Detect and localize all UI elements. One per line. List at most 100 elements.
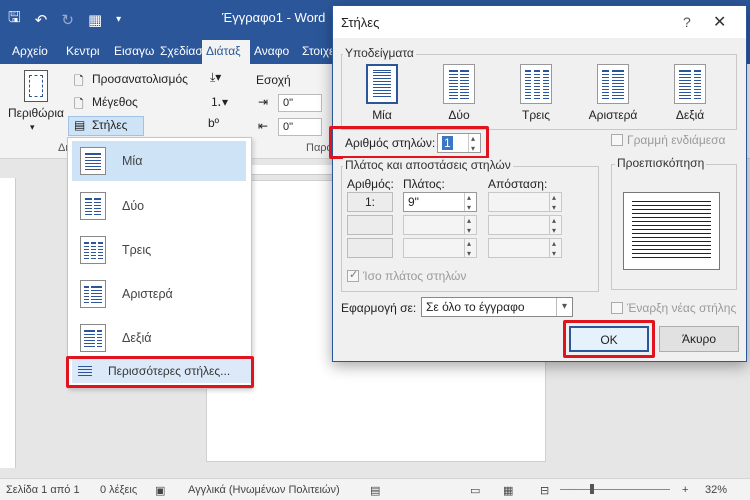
tab-layout[interactable]: Διάταξ: [202, 40, 250, 64]
width-input[interactable]: [403, 212, 477, 240]
dialog-title: Στήλες: [341, 15, 380, 30]
line-between-checkbox[interactable]: [611, 134, 623, 146]
document-title: Έγγραφο1 - Word: [222, 10, 326, 25]
read-mode-icon[interactable]: ▭: [470, 484, 480, 497]
width-spacing-label: Πλάτος και αποστάσεις στηλών: [343, 158, 513, 172]
preset-label: Τρεις: [522, 108, 550, 122]
highlight-more-columns: [66, 356, 254, 388]
indent-left-input[interactable]: 0": [278, 94, 322, 112]
spacing-header: Απόσταση:: [488, 177, 548, 191]
one-column-icon: [80, 147, 106, 175]
highlight-ok-button: [563, 320, 655, 358]
columns-menu-item-left[interactable]: Αριστερά: [72, 274, 246, 314]
language-indicator[interactable]: Αγγλικά (Ηνωμένων Πολιτειών): [188, 484, 340, 496]
tab-insert[interactable]: Εισαγω: [110, 40, 156, 64]
tab-home[interactable]: Κεντρι: [62, 40, 110, 64]
customize-qat-icon[interactable]: ▾: [116, 14, 121, 25]
new-column-label: Έναρξη νέας στήλης: [627, 301, 737, 315]
close-icon[interactable]: ✕: [713, 12, 726, 32]
breaks-icon[interactable]: ⤓▾: [210, 70, 221, 85]
preset-left[interactable]: Αριστερά: [578, 64, 648, 122]
columns-button[interactable]: Στήλες: [92, 118, 127, 132]
columns-menu-item-one[interactable]: Μία: [72, 141, 246, 181]
two-columns-icon: [80, 192, 106, 220]
columns-icon: ▤: [74, 118, 86, 132]
help-icon[interactable]: ?: [683, 14, 691, 30]
indent-left-icon: ⇥: [258, 95, 269, 109]
spacing-input[interactable]: [488, 235, 562, 263]
tab-file[interactable]: Αρχείο: [8, 40, 62, 64]
tab-mailings[interactable]: Στοιχε: [298, 40, 334, 64]
vertical-ruler: [0, 178, 16, 468]
page-count[interactable]: Σελίδα 1 από 1: [6, 484, 80, 496]
preset-right[interactable]: Δεξιά: [655, 64, 725, 122]
columns-menu-item-label: Τρεις: [122, 243, 152, 257]
line-numbers-icon[interactable]: ⒈▾: [210, 93, 228, 110]
preset-one[interactable]: Μία: [347, 64, 417, 122]
zoom-slider[interactable]: [560, 489, 670, 490]
left-column-icon: [80, 280, 106, 308]
undo-icon[interactable]: ↶: [35, 11, 48, 29]
spacing-input[interactable]: [488, 189, 562, 217]
orientation-button[interactable]: Προσανατολισμός: [92, 72, 188, 86]
indent-label: Εσοχή: [256, 73, 291, 87]
size-button[interactable]: Μέγεθος: [92, 95, 138, 109]
preset-two[interactable]: Δύο: [424, 64, 494, 122]
columns-menu-item-label: Αριστερά: [122, 287, 173, 301]
preview-page: [623, 192, 720, 270]
hyphenation-button[interactable]: bº: [208, 116, 219, 130]
zoom-in-icon[interactable]: +: [682, 484, 688, 496]
col-number-header: Αριθμός:: [347, 177, 394, 191]
new-column-checkbox[interactable]: [611, 302, 623, 314]
apply-to-label: Εφαρμογή σε:: [341, 301, 417, 315]
orientation-icon: 🗋: [74, 74, 84, 88]
equal-width-checkbox[interactable]: [347, 268, 359, 282]
columns-menu: Μία Δύο Τρεις Αριστερά Δεξιά Περισσότερε…: [67, 137, 252, 389]
spacing-input[interactable]: [488, 212, 562, 240]
line-between-label: Γραμμή ενδιάμεσα: [627, 133, 726, 147]
width-input[interactable]: [403, 235, 477, 263]
touch-mode-icon[interactable]: ▦: [88, 11, 102, 29]
quick-access-toolbar: 🖫 ↶ ↻ ▦ ▾: [8, 7, 121, 32]
print-layout-icon[interactable]: ▦: [503, 484, 513, 497]
highlight-num-columns: [329, 126, 489, 159]
word-count[interactable]: 0 λέξεις: [100, 484, 137, 496]
proofing-icon[interactable]: ▣: [155, 484, 165, 497]
columns-menu-item-label: Δεξιά: [122, 331, 152, 345]
preset-two-icon: [443, 64, 475, 104]
tab-references[interactable]: Αναφο: [250, 40, 298, 64]
width-value: 9": [408, 195, 419, 209]
preview-lines: [632, 201, 711, 261]
width-header: Πλάτος:: [403, 177, 445, 191]
width-spinner[interactable]: [464, 189, 476, 217]
zoom-level[interactable]: 32%: [705, 484, 727, 496]
macro-icon[interactable]: ▤: [370, 484, 380, 497]
redo-icon[interactable]: ↻: [61, 11, 74, 29]
margins-dropdown-icon[interactable]: ▾: [30, 122, 35, 133]
col-number-cell: [347, 238, 393, 258]
columns-menu-item-three[interactable]: Τρεις: [72, 230, 246, 270]
columns-dialog: Στήλες ? ✕ Υποδείγματα Μία Δύο Τρεις Αρι…: [329, 5, 747, 362]
zoom-out-icon[interactable]: −: [568, 484, 574, 496]
preset-right-icon: [674, 64, 706, 104]
web-layout-icon[interactable]: ⊟: [540, 484, 549, 497]
preset-three[interactable]: Τρεις: [501, 64, 571, 122]
columns-menu-item-two[interactable]: Δύο: [72, 186, 246, 226]
save-icon[interactable]: 🖫: [8, 7, 21, 32]
tab-design[interactable]: Σχεδίασ: [156, 40, 202, 64]
cancel-button[interactable]: Άκυρο: [659, 326, 739, 352]
dialog-title-bar: Στήλες ? ✕: [333, 6, 746, 38]
columns-menu-item-label: Δύο: [122, 199, 145, 213]
apply-to-select[interactable]: Σε όλο το έγγραφο ▾: [421, 297, 573, 317]
status-bar: Σελίδα 1 από 1 0 λέξεις ▣ Αγγλικά (Ηνωμέ…: [0, 478, 750, 500]
width-input[interactable]: 9": [403, 189, 477, 217]
chevron-down-icon[interactable]: ▾: [556, 298, 572, 316]
columns-menu-item-right[interactable]: Δεξιά: [72, 318, 246, 358]
zoom-slider-thumb[interactable]: [590, 484, 594, 494]
preview-label: Προεπισκόπηση: [615, 156, 707, 170]
col-number-cell: [347, 215, 393, 235]
indent-right-input[interactable]: 0": [278, 118, 322, 136]
margins-icon[interactable]: [24, 70, 48, 102]
preset-label: Μία: [372, 108, 392, 122]
margins-button[interactable]: Περιθώρια: [8, 106, 64, 120]
